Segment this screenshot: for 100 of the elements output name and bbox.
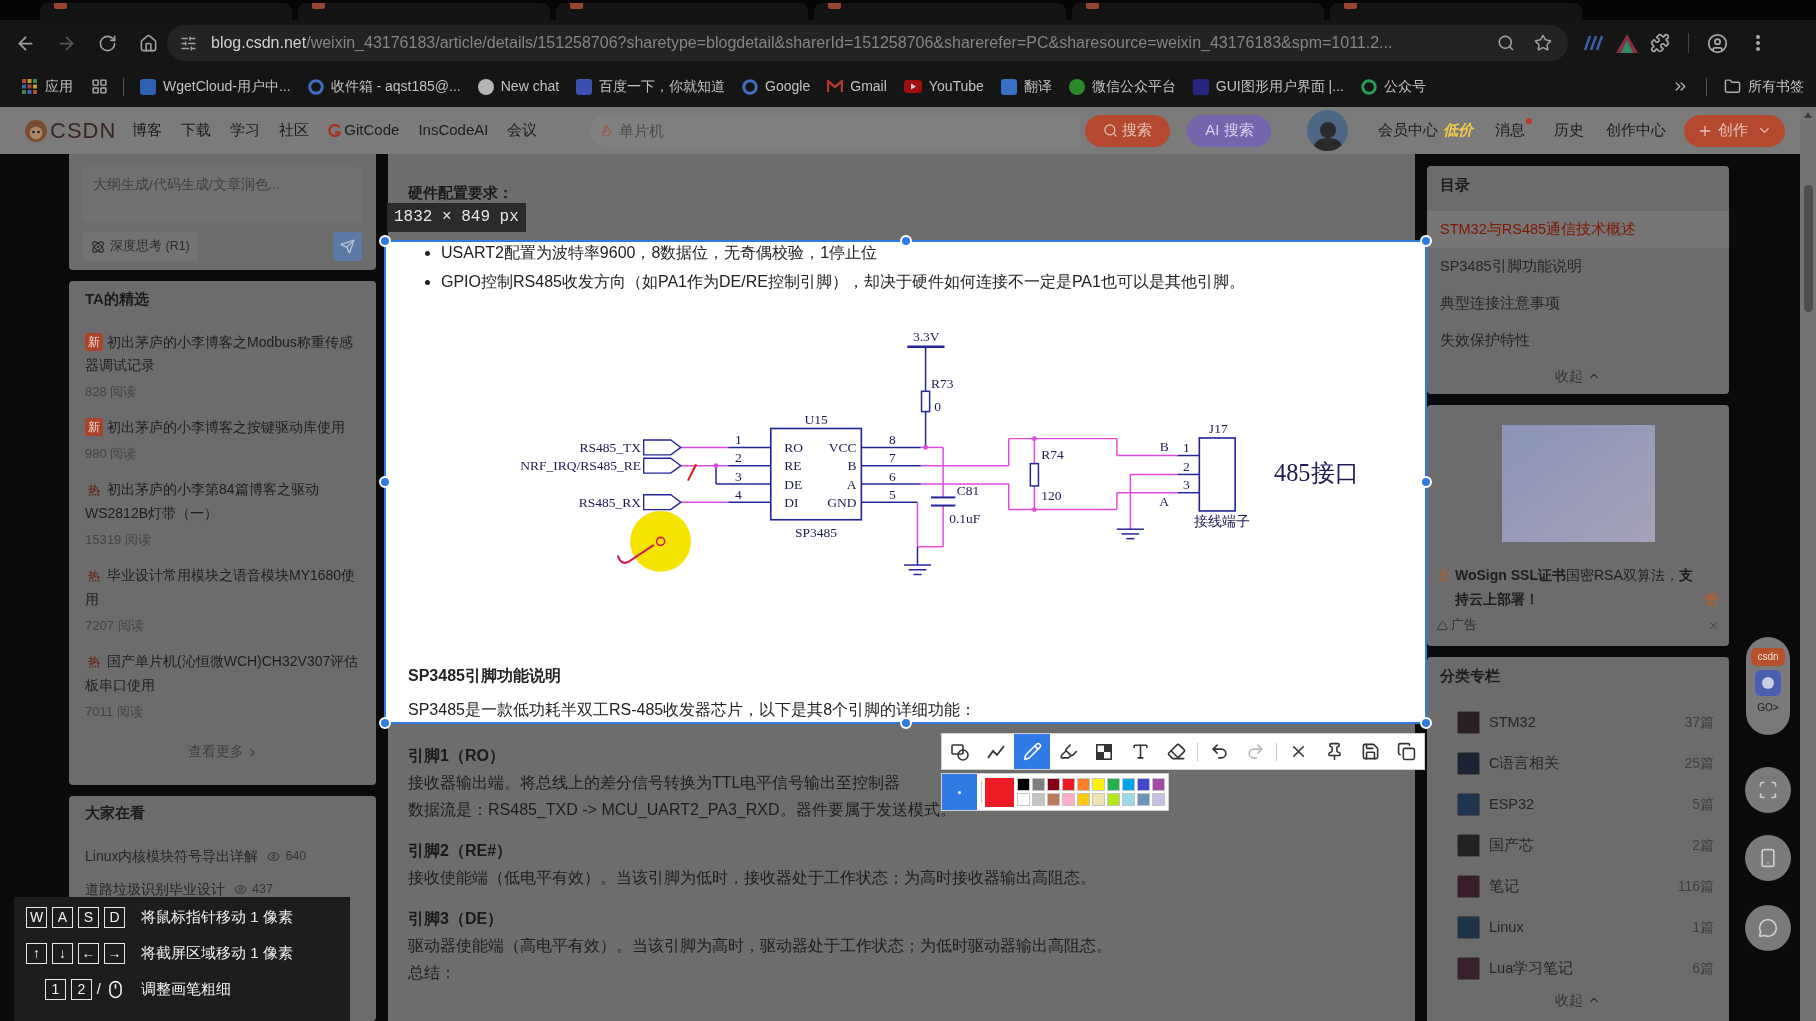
color-swatch-icon[interactable] bbox=[1122, 778, 1135, 791]
color-swatch-icon[interactable] bbox=[1122, 793, 1135, 806]
toc-link[interactable]: 失效保护特性 bbox=[1427, 322, 1729, 359]
paragraph: SP3485是一款低功耗半双工RS-485收发器芯片，以下是其8个引脚的详细功能： bbox=[408, 700, 978, 720]
address-bar[interactable]: blog.csdn.net/weixin_43176183/article/details/151258706?sharetype=blogdetail&sharerId=151258706&sharerefer=PC&sharesource=weixin_43176183&spm=1011.2... bbox=[167, 25, 1568, 61]
bookmark-link[interactable]: WgetCloud-用户中... bbox=[140, 72, 291, 101]
nav-link[interactable]: 下载 bbox=[181, 119, 212, 142]
bookmark-link[interactable]: 公众号 bbox=[1360, 72, 1426, 101]
card-title: 分类专栏 bbox=[1439, 666, 1501, 686]
article-link[interactable]: 热 初出茅庐的小李第84篇博客之驱动WS2812B灯带（一） bbox=[85, 478, 361, 525]
triangle-logo-icon bbox=[1616, 33, 1638, 53]
color-swatch-icon[interactable] bbox=[1092, 778, 1105, 791]
bookmark-link[interactable]: GUI图形用户界面 |... bbox=[1192, 72, 1344, 101]
scrollbar-thumb[interactable] bbox=[1803, 185, 1813, 312]
category-link[interactable]: STM32 bbox=[1489, 711, 1536, 734]
category-link[interactable]: Lua学习笔记 bbox=[1489, 957, 1574, 980]
header-link[interactable]: 创作中心 bbox=[1606, 119, 1667, 142]
color-swatch-icon[interactable] bbox=[1047, 793, 1060, 806]
color-swatch-icon[interactable] bbox=[1152, 793, 1165, 806]
mobile-view-button[interactable] bbox=[1745, 835, 1791, 881]
bookmark-link[interactable]: 百度一下，你就知道 bbox=[576, 72, 726, 101]
resize-handle[interactable] bbox=[899, 235, 912, 247]
bookmark-link[interactable]: New chat bbox=[477, 72, 560, 101]
article-link[interactable]: 新 初出茅庐的小李博客之按键驱动库使用 bbox=[85, 416, 361, 439]
color-swatch-icon[interactable] bbox=[1062, 778, 1075, 791]
chat-bubble-icon bbox=[1758, 918, 1778, 938]
send-button[interactable] bbox=[333, 232, 362, 261]
bookmark-link[interactable]: 收件箱 - aqst185@... bbox=[307, 72, 461, 101]
color-swatch-icon[interactable] bbox=[1107, 793, 1120, 806]
article-link[interactable]: 新 初出茅庐的小李博客之Modbus称重传感器调试记录 bbox=[85, 331, 361, 377]
bookmark-link[interactable]: 微信公众平台 bbox=[1068, 72, 1176, 101]
resize-handle[interactable] bbox=[1420, 235, 1432, 247]
article-link[interactable]: 热 毕业设计常用模块之语音模块MY1680使用 bbox=[85, 564, 361, 611]
color-swatch-icon[interactable] bbox=[1062, 793, 1075, 806]
color-swatch-icon[interactable] bbox=[1032, 778, 1045, 791]
chat-button[interactable] bbox=[1745, 905, 1791, 951]
nav-link[interactable]: 学习 bbox=[230, 119, 261, 142]
nav-link[interactable]: GitCode bbox=[328, 119, 400, 142]
discount-label: 低价 bbox=[1443, 120, 1474, 141]
category-link[interactable]: 国产芯 bbox=[1489, 834, 1534, 857]
color-swatch-icon[interactable] bbox=[1017, 778, 1030, 791]
toc-link[interactable]: SP3485引脚功能说明 bbox=[1427, 248, 1729, 285]
resize-handle[interactable] bbox=[379, 476, 391, 488]
size-label: 1832 × 849 px bbox=[387, 203, 526, 232]
bookmark-link[interactable]: Gmail bbox=[827, 72, 887, 101]
article-link[interactable]: 热 国产单片机(沁恒微WCH)CH32V307评估板串口使用 bbox=[85, 650, 361, 697]
color-swatch-icon[interactable] bbox=[1092, 793, 1105, 806]
category-link[interactable]: C语言相关 bbox=[1489, 752, 1560, 775]
category-cover-image bbox=[1457, 834, 1480, 857]
eraser-icon bbox=[1166, 742, 1186, 761]
selection-area[interactable] bbox=[384, 240, 1427, 724]
color-swatch-icon[interactable] bbox=[1047, 778, 1060, 791]
color-swatch-icon[interactable] bbox=[1107, 778, 1120, 791]
ai-search-button[interactable]: AI 搜索 bbox=[1187, 114, 1272, 147]
deep-think-toggle[interactable]: 深度思考 (R1) bbox=[83, 232, 198, 261]
category-cover-image bbox=[1457, 957, 1480, 980]
color-swatch-icon[interactable] bbox=[1137, 793, 1150, 806]
color-swatch-icon[interactable] bbox=[1152, 778, 1165, 791]
color-swatch-icon[interactable] bbox=[1077, 778, 1090, 791]
resize-handle[interactable] bbox=[379, 717, 391, 729]
magnifier-icon bbox=[1497, 34, 1515, 52]
search-button[interactable]: 搜索 bbox=[1085, 114, 1171, 147]
bookmark-link[interactable]: YouTube bbox=[903, 72, 984, 101]
fullscreen-button[interactable] bbox=[1745, 767, 1791, 813]
color-swatch-icon[interactable] bbox=[1077, 793, 1090, 806]
favicon-icon bbox=[576, 78, 593, 95]
category-link[interactable]: 笔记 bbox=[1489, 875, 1519, 898]
component-label: R74 bbox=[1041, 446, 1064, 462]
article-link[interactable]: Linux内核模块符号导出详解 bbox=[85, 845, 259, 867]
go-link[interactable]: GO> bbox=[1757, 702, 1779, 714]
header-link[interactable]: 历史 bbox=[1554, 119, 1585, 142]
article-link[interactable]: 道路垃圾识别毕业设计 bbox=[85, 878, 225, 900]
nav-link[interactable]: 博客 bbox=[132, 119, 163, 142]
plugin-widget[interactable]: csdn GO> bbox=[1746, 637, 1790, 735]
create-button[interactable]: 创作 bbox=[1684, 114, 1786, 147]
user-avatar[interactable] bbox=[1307, 110, 1349, 151]
toc-link[interactable]: 典型连接注意事项 bbox=[1427, 285, 1729, 322]
category-link[interactable]: ESP32 bbox=[1489, 793, 1535, 816]
nav-link[interactable]: 会议 bbox=[507, 119, 538, 142]
pin-number: 3 bbox=[1183, 477, 1190, 493]
bookmark-link[interactable]: 应用 bbox=[22, 72, 73, 101]
all-bookmarks-link[interactable]: 所有书签 bbox=[1724, 72, 1804, 101]
bookmark-link[interactable]: Google bbox=[742, 72, 811, 101]
header-link[interactable]: 消息 bbox=[1495, 119, 1526, 142]
nav-link[interactable]: 社区 bbox=[279, 119, 310, 142]
pin-number: 2 bbox=[1183, 459, 1190, 475]
color-swatch-icon[interactable] bbox=[1017, 793, 1030, 806]
category-link[interactable]: Linux bbox=[1489, 916, 1524, 939]
color-swatch-icon[interactable] bbox=[1032, 793, 1045, 806]
pin-name: VCC bbox=[828, 440, 857, 456]
star-icon bbox=[1534, 34, 1552, 52]
nav-link[interactable]: InsCodeAI bbox=[418, 119, 489, 142]
resize-handle[interactable] bbox=[379, 235, 391, 247]
bookmark-link[interactable]: 翻译 bbox=[1000, 72, 1052, 101]
toc-link[interactable]: STM32与RS485通信技术概述 bbox=[1427, 211, 1729, 248]
color-swatch-icon[interactable] bbox=[1137, 778, 1150, 791]
header-link[interactable]: 会员中心 bbox=[1378, 119, 1439, 142]
site-logo[interactable]: CSDN bbox=[25, 114, 117, 147]
favicon-icon bbox=[1192, 78, 1209, 95]
extensions-icon bbox=[1650, 33, 1670, 53]
